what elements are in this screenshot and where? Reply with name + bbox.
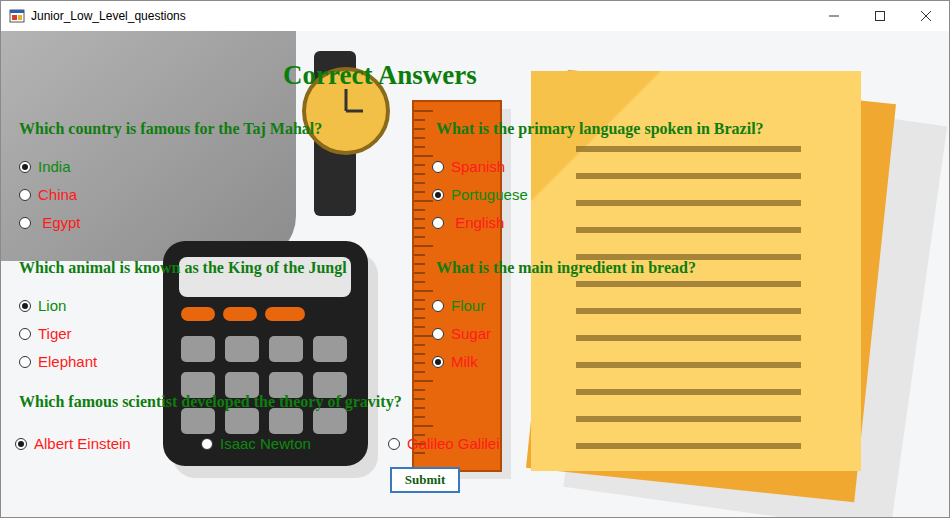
- ruler-icon: [413, 101, 511, 479]
- radio-button[interactable]: [201, 438, 213, 450]
- question-columns: Which country is famous for the Taj Maha…: [19, 119, 949, 376]
- radio-button[interactable]: [432, 328, 444, 340]
- option-label[interactable]: Tiger: [38, 325, 72, 343]
- option-list: Lion Tiger Elephant: [19, 292, 432, 376]
- radio-button[interactable]: [15, 438, 27, 450]
- option-label[interactable]: Elephant: [38, 353, 97, 371]
- device-icon: [1, 31, 296, 261]
- radio-button[interactable]: [432, 217, 444, 229]
- question-block: Which country is famous for the Taj Maha…: [19, 119, 432, 237]
- radio-option[interactable]: Flour: [432, 292, 949, 320]
- option-label[interactable]: English: [451, 214, 504, 232]
- option-list: Flour Sugar Milk: [432, 292, 949, 376]
- option-label[interactable]: Spanish: [451, 158, 505, 176]
- radio-button[interactable]: [19, 356, 31, 368]
- radio-option[interactable]: Sugar: [432, 320, 949, 348]
- radio-button[interactable]: [19, 328, 31, 340]
- question-block: What is the primary language spoken in B…: [432, 119, 949, 237]
- window-controls: [811, 1, 949, 31]
- radio-button[interactable]: [19, 300, 31, 312]
- option-label[interactable]: Sugar: [451, 325, 491, 343]
- close-icon: [921, 11, 931, 21]
- button-row: Submit: [390, 467, 949, 493]
- form-content: Correct Answers Which country is famous f…: [1, 31, 949, 517]
- radio-button[interactable]: [19, 217, 31, 229]
- left-column: Which country is famous for the Taj Maha…: [19, 119, 432, 376]
- option-label[interactable]: Galileo Galilei: [407, 435, 500, 453]
- submit-button[interactable]: Submit: [390, 467, 460, 493]
- radio-option[interactable]: Egypt: [19, 209, 432, 237]
- option-list: India China Egypt: [19, 153, 432, 237]
- radio-button[interactable]: [19, 161, 31, 173]
- radio-option[interactable]: Portuguese: [432, 181, 949, 209]
- close-button[interactable]: [903, 1, 949, 31]
- maximize-button[interactable]: [857, 1, 903, 31]
- bottom-question: Which famous scientist developed the the…: [19, 392, 949, 458]
- question-text: What is the main ingredient in bread?: [432, 258, 949, 278]
- radio-option[interactable]: Tiger: [19, 320, 432, 348]
- radio-option[interactable]: Galileo Galilei: [388, 430, 949, 458]
- question-text: Which famous scientist developed the the…: [19, 392, 949, 412]
- option-label[interactable]: Lion: [38, 297, 66, 315]
- option-label[interactable]: Milk: [451, 353, 478, 371]
- radio-button[interactable]: [432, 161, 444, 173]
- radio-button[interactable]: [432, 300, 444, 312]
- heading: Correct Answers: [283, 59, 949, 91]
- radio-option[interactable]: English: [432, 209, 949, 237]
- radio-option[interactable]: Milk: [432, 348, 949, 376]
- radio-option[interactable]: Isaac Newton: [201, 430, 388, 458]
- app-window: Junior_Low_Level_questions Correct Answer…: [0, 0, 950, 518]
- radio-button[interactable]: [19, 189, 31, 201]
- option-list: Spanish Portuguese English: [432, 153, 949, 237]
- quiz-form: Correct Answers Which country is famous f…: [1, 31, 949, 493]
- option-label[interactable]: Isaac Newton: [220, 435, 311, 453]
- radio-button[interactable]: [388, 438, 400, 450]
- right-column: What is the primary language spoken in B…: [432, 119, 949, 376]
- option-label[interactable]: Flour: [451, 297, 485, 315]
- radio-option[interactable]: Elephant: [19, 348, 432, 376]
- minimize-icon: [829, 11, 839, 21]
- option-list: Albert Einstein Isaac Newton Galileo Galil…: [15, 430, 949, 458]
- option-label[interactable]: India: [38, 158, 71, 176]
- option-label[interactable]: Albert Einstein: [34, 435, 131, 453]
- question-block: What is the main ingredient in bread? Flo…: [432, 258, 949, 376]
- radio-option[interactable]: Lion: [19, 292, 432, 320]
- title-bar: Junior_Low_Level_questions: [1, 1, 949, 31]
- window-title: Junior_Low_Level_questions: [31, 9, 805, 23]
- question-text: Which animal is known as the King of the…: [19, 258, 432, 278]
- app-icon: [9, 8, 25, 24]
- radio-option[interactable]: China: [19, 181, 432, 209]
- calculator-icon: [163, 241, 378, 478]
- radio-button[interactable]: [432, 356, 444, 368]
- question-text: Which country is famous for the Taj Maha…: [19, 119, 432, 139]
- radio-option[interactable]: Spanish: [432, 153, 949, 181]
- question-block: Which animal is known as the King of the…: [19, 258, 432, 376]
- radio-button[interactable]: [432, 189, 444, 201]
- maximize-icon: [875, 11, 885, 21]
- question-text: What is the primary language spoken in B…: [432, 119, 949, 139]
- minimize-button[interactable]: [811, 1, 857, 31]
- option-label[interactable]: China: [38, 186, 77, 204]
- radio-option[interactable]: India: [19, 153, 432, 181]
- option-label[interactable]: Egypt: [38, 214, 81, 232]
- radio-option[interactable]: Albert Einstein: [15, 430, 201, 458]
- option-label[interactable]: Portuguese: [451, 186, 528, 204]
